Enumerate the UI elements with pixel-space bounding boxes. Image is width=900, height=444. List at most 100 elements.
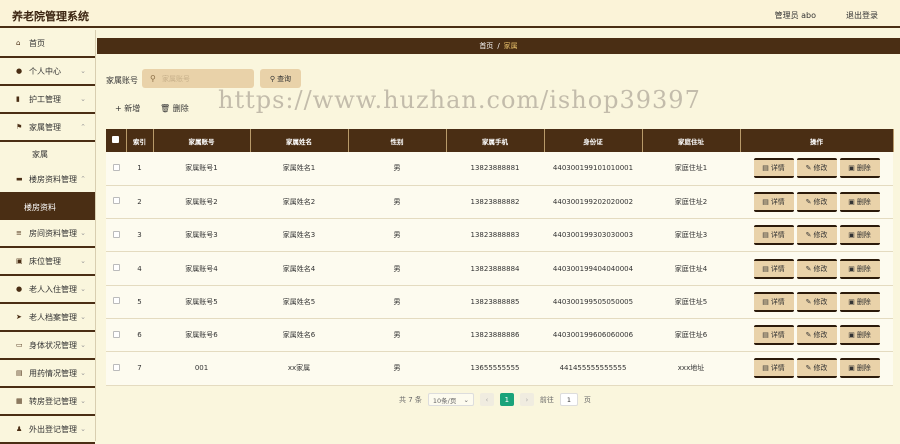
chevron-right-icon: › [525, 395, 529, 404]
detail-button[interactable]: ▤ 详情 [753, 191, 794, 212]
table-row: 4 家属账号4 家属姓名4 男 13823888884 44030019940404000… [106, 251, 893, 286]
cell-index: 3 [126, 218, 153, 253]
edit-button[interactable]: ✎ 修改 [796, 258, 837, 279]
column-header: 家庭住址 [642, 129, 741, 152]
row-checkbox[interactable] [112, 330, 120, 338]
prev-page-button[interactable]: ‹ [479, 393, 494, 406]
row-checkbox[interactable] [112, 230, 120, 238]
sidebar-subitem-building-info[interactable]: 楼房资料 [0, 194, 95, 220]
table-header-row: 索引 家属账号 家属姓名 性别 家属手机 身份证 家庭住址 操作 [106, 129, 894, 152]
box-icon: ▣ [16, 257, 23, 265]
grid-icon: ▦ [16, 397, 23, 405]
detail-button[interactable]: ▤ 详情 [753, 158, 794, 179]
table-row: 5 家属账号5 家属姓名5 男 13823888885 44030019950505000… [106, 285, 893, 319]
row-checkbox[interactable] [112, 163, 120, 171]
page-number-current[interactable]: 1 [499, 393, 514, 406]
cell-index: 5 [126, 285, 153, 319]
delete-button[interactable]: ▣ 删除 [839, 325, 880, 346]
detail-button[interactable]: ▤ 详情 [753, 358, 794, 379]
chevron-up-icon: ⌃ [80, 175, 86, 183]
delete-button[interactable]: ▣ 删除 [839, 158, 880, 179]
row-checkbox[interactable] [112, 297, 120, 305]
sidebar-item-caregivers[interactable]: ▮ 护工管理 ⌄ [0, 86, 95, 114]
cell-id-card: 440300199202020002 [544, 185, 642, 220]
detail-button[interactable]: ▤ 详情 [753, 325, 794, 346]
breadcrumb: 首页 / 家属 [97, 38, 900, 54]
sidebar-subitem-family[interactable]: 家属 [0, 142, 95, 166]
cell-gender: 男 [348, 218, 446, 253]
row-select-cell[interactable] [106, 152, 126, 186]
sidebar-item-profile[interactable]: ● 个人中心 ⌄ [0, 58, 95, 86]
chevron-down-icon: ⌄ [463, 395, 469, 404]
select-all-cell[interactable] [106, 129, 127, 152]
sidebar-item-rooms[interactable]: ≡ 房间资料管理 ⌄ [0, 220, 95, 248]
trash-icon: ▣ [848, 197, 855, 206]
delete-button[interactable]: ▣ 删除 [839, 191, 880, 212]
chevron-down-icon: ⌄ [80, 397, 86, 405]
delete-button[interactable]: ▣ 删除 [839, 291, 880, 312]
cell-index: 4 [126, 251, 153, 286]
cell-account: 家属账号5 [153, 285, 250, 319]
sidebar-item-outing[interactable]: ♟ 外出登记管理 ⌄ [0, 416, 95, 444]
row-select-cell[interactable] [106, 251, 126, 286]
sidebar-item-health[interactable]: ▭ 身体状况管理 ⌄ [0, 332, 95, 360]
sidebar-item-home[interactable]: ⌂ 首页 [0, 30, 95, 58]
goto-page-input[interactable] [559, 393, 578, 406]
detail-button[interactable]: ▤ 详情 [753, 291, 794, 312]
delete-button[interactable]: ▣ 删除 [839, 225, 880, 246]
add-button[interactable]: + 新增 [115, 103, 140, 114]
sidebar-item-beds[interactable]: ▣ 床位管理 ⌄ [0, 248, 95, 276]
cell-gender: 男 [348, 351, 446, 386]
cell-actions: ▤ 详情 ✎ 修改 ▣ 删除 [740, 285, 893, 319]
page-size-select[interactable]: 10条/页 ⌄ [427, 393, 474, 406]
row-checkbox[interactable] [112, 363, 120, 371]
cell-account: 家属账号4 [153, 251, 250, 286]
document-icon: ▤ [762, 197, 769, 206]
pencil-icon: ✎ [805, 297, 812, 306]
trash-icon: ▣ [848, 264, 855, 273]
sidebar-item-medication[interactable]: ▤ 用药情况管理 ⌄ [0, 360, 95, 388]
batch-delete-button[interactable]: 🗑 删除 [160, 103, 189, 114]
edit-button[interactable]: ✎ 修改 [796, 225, 837, 246]
sidebar-item-room-transfer[interactable]: ▦ 转房登记管理 ⌄ [0, 388, 95, 416]
trash-icon: 🗑 [160, 104, 171, 113]
sidebar-item-buildings[interactable]: ▬ 楼房资料管理 ⌃ [0, 166, 95, 194]
cell-actions: ▤ 详情 ✎ 修改 ▣ 删除 [740, 318, 893, 353]
delete-button[interactable]: ▣ 删除 [839, 358, 880, 379]
cell-phone: 13823888884 [446, 251, 544, 286]
sidebar: ⌂ 首页 ● 个人中心 ⌄ ▮ 护工管理 ⌄ ⚑ 家属管理 ⌃ 家属 ▬ 楼房资料管理 ⌃ 楼房资… [0, 30, 96, 444]
edit-button[interactable]: ✎ 修改 [796, 158, 837, 179]
breadcrumb-home[interactable]: 首页 [479, 41, 493, 51]
select-all-checkbox[interactable] [112, 136, 120, 143]
chat-icon: ▬ [16, 175, 23, 183]
chevron-down-icon: ⌄ [80, 95, 86, 103]
search-icon: ⚲ [269, 74, 276, 83]
sidebar-item-archives[interactable]: ➤ 老人档案管理 ⌄ [0, 304, 95, 332]
logout-link[interactable]: 退出登录 [846, 10, 878, 21]
detail-button[interactable]: ▤ 详情 [753, 225, 794, 246]
row-select-cell[interactable] [106, 285, 126, 319]
cell-gender: 男 [348, 152, 446, 186]
row-select-cell[interactable] [106, 218, 126, 253]
row-select-cell[interactable] [106, 351, 126, 386]
cell-index: 2 [126, 185, 153, 220]
column-header: 身份证 [544, 129, 643, 152]
detail-button[interactable]: ▤ 详情 [753, 258, 794, 279]
row-select-cell[interactable] [106, 185, 126, 220]
sidebar-item-family[interactable]: ⚑ 家属管理 ⌃ [0, 114, 95, 142]
cell-address: 家庭住址1 [642, 152, 740, 186]
row-checkbox[interactable] [112, 264, 120, 272]
edit-button[interactable]: ✎ 修改 [796, 325, 837, 346]
edit-button[interactable]: ✎ 修改 [796, 291, 837, 312]
delete-button[interactable]: ▣ 删除 [839, 258, 880, 279]
edit-button[interactable]: ✎ 修改 [796, 191, 837, 212]
cell-name: 家属姓名5 [250, 285, 348, 319]
row-select-cell[interactable] [106, 318, 126, 353]
sidebar-item-checkin[interactable]: ● 老人入住管理 ⌄ [0, 276, 95, 304]
cell-actions: ▤ 详情 ✎ 修改 ▣ 删除 [740, 251, 893, 286]
pencil-icon: ✎ [805, 264, 812, 273]
cell-index: 1 [126, 152, 153, 186]
edit-button[interactable]: ✎ 修改 [796, 358, 837, 379]
row-checkbox[interactable] [112, 197, 120, 205]
next-page-button[interactable]: › [519, 393, 534, 406]
